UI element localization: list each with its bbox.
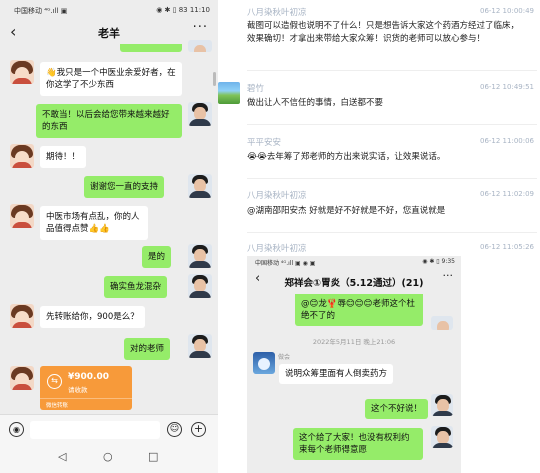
divider	[247, 232, 537, 233]
attached-screenshot[interactable]: 中国移动 ⁴ᴳ.ıll ▣ ◉ ▣ ◉ ✱ ▯ 9:35 ‹ 郑祥会①胃炎（5.…	[247, 256, 461, 473]
comment-author[interactable]: 碧竹	[247, 82, 264, 94]
avatar	[188, 102, 212, 126]
status-carrier: 中国移动 ⁴ᴳ.ıll ▣ ◉ ▣	[255, 260, 316, 267]
avatar	[10, 60, 34, 84]
message-bubble: 这个不好说！	[365, 399, 429, 419]
avatar	[10, 144, 34, 168]
sender-name: 做会	[278, 354, 291, 361]
comment-time: 06-12 10:49:51	[479, 83, 534, 91]
chat-title: 郑祥会①胃炎（5.12通过）(21)	[284, 278, 424, 289]
divider	[247, 70, 537, 71]
message-bubble: @😊龙🦞辱😊😊😊老师这个杜绝不了的	[295, 294, 423, 326]
avatar	[431, 426, 453, 448]
status-carrier: 中国移动 ⁴ᴳ.ıll ▣	[14, 7, 68, 15]
chat-header: ‹ 老羊 ···	[0, 20, 218, 46]
message-bubble: 中医市场有点乱，你的人品值得点赞👍👍	[40, 206, 148, 240]
transfer-amount: ¥900.00	[68, 372, 109, 382]
status-right: ◉ ✱ ▯ 83 11:10	[156, 6, 210, 14]
avatar	[431, 316, 453, 330]
transfer-status: 请收款	[68, 386, 88, 394]
message-bubble: 对的老师	[124, 338, 171, 360]
comment-text: 截图可以造假也说明不了什么！只是想告诉大家这个药酒方经过了临床，效果确切！才拿出…	[247, 21, 520, 44]
scrollbar-thumb[interactable]	[213, 72, 216, 86]
avatar	[10, 204, 34, 228]
message-bubble: 是的	[142, 246, 172, 268]
message-bubble: 这个给了大家！也没有权利约束每个老师得意愿	[293, 428, 423, 460]
comment-time: 06-12 11:00:06	[479, 137, 534, 145]
avatar	[188, 244, 212, 268]
nav-home-icon[interactable]: ○	[103, 450, 113, 463]
transfer-icon: ⇆	[47, 374, 62, 389]
avatar	[188, 334, 212, 358]
comment-author[interactable]: 八月染秋叶初凉	[247, 242, 307, 254]
avatar[interactable]	[218, 82, 240, 104]
message-bubble: 不敢当！以后会给您带来越来越好的东西	[36, 104, 182, 138]
plus-icon[interactable]: +	[191, 422, 206, 437]
comment-text: 😭😭去年筹了郑老师的方出来说实话，让效果说话。	[247, 152, 446, 162]
comment-time: 06-12 10:00:49	[479, 7, 534, 15]
comment-time: 06-12 11:02:09	[479, 190, 534, 198]
comment-time: 06-12 11:05:26	[479, 243, 534, 251]
message-bubble: 说明众筹里面有人倒卖药方	[279, 364, 394, 384]
message-bubble: 谢谢您一直的支持	[84, 176, 165, 198]
chat-header: ‹ 郑祥会①胃炎（5.12通过）(21) ···	[247, 269, 461, 292]
nav-recent-icon[interactable]: □	[148, 450, 158, 463]
comment-text: @湖南邵阳安杰 好就是好不好就是不好，您直说就是	[247, 206, 446, 216]
avatar	[431, 394, 453, 416]
avatar	[188, 274, 212, 298]
message-bubble: 先转账给你，900是么？	[40, 306, 145, 328]
comment-author[interactable]: 平平安安	[247, 136, 281, 148]
avatar	[188, 174, 212, 198]
comment-list: 八月染秋叶初凉 06-12 10:00:49 截图可以造假也说明不了什么！只是想…	[218, 0, 540, 473]
status-bar: 中国移动 ⁴ᴳ.ıll ▣ ◉ ✱ ▯ 83 11:10	[0, 0, 218, 20]
transfer-footer: 微信转账	[40, 398, 132, 410]
status-bar: 中国移动 ⁴ᴳ.ıll ▣ ◉ ▣ ◉ ✱ ▯ 9:35	[247, 256, 461, 268]
avatar	[10, 366, 34, 390]
status-right: ◉ ✱ ▯ 9:35	[422, 258, 455, 265]
message-bubble: 期待！！	[40, 146, 87, 168]
message-bubble: 确实鱼龙混杂	[104, 276, 168, 298]
more-icon: ···	[442, 269, 454, 282]
system-nav-bar: ◁ ○ □	[0, 444, 218, 473]
message-bubble: 👋我只是一个中医业余爱好者，在你这学了不少东西	[40, 62, 182, 96]
avatar	[10, 304, 34, 328]
transfer-card[interactable]: ⇆ ¥900.00 请收款 微信转账	[40, 366, 132, 410]
message-input[interactable]	[30, 421, 160, 439]
avatar	[188, 40, 212, 52]
input-bar: ◉ ☺ +	[0, 414, 218, 444]
message-partial	[120, 44, 182, 52]
comment-author[interactable]: 八月染秋叶初凉	[247, 189, 307, 201]
comment-author[interactable]: 八月染秋叶初凉	[247, 6, 307, 18]
timestamp: 2022年5月11日 晚上21:06	[312, 338, 396, 346]
chat-title: 老羊	[98, 27, 120, 40]
avatar	[253, 352, 275, 374]
voice-icon[interactable]: ◉	[9, 422, 24, 437]
nav-back-icon[interactable]: ◁	[58, 450, 66, 463]
more-icon[interactable]: ···	[193, 20, 208, 35]
chat-screenshot-left: 中国移动 ⁴ᴳ.ıll ▣ ◉ ✱ ▯ 83 11:10 ‹ 老羊 ··· 👋我…	[0, 0, 218, 473]
comment-text: 做出让人不信任的事情，白送都不要	[247, 98, 384, 108]
divider	[247, 178, 537, 179]
emoji-icon[interactable]: ☺	[167, 422, 182, 437]
divider	[247, 124, 537, 125]
